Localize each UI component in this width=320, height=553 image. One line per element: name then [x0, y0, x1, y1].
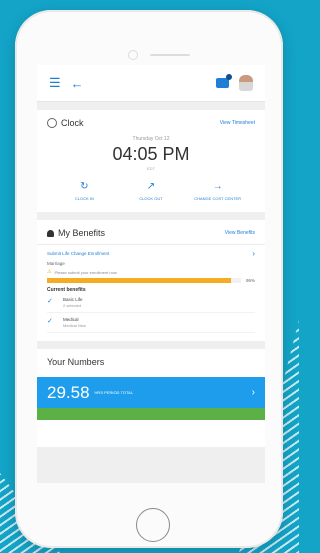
- clock-out-button[interactable]: ↗ CLOCK OUT: [127, 181, 175, 201]
- enrollment-row[interactable]: Submit Life Change Enrollment ›: [47, 249, 255, 258]
- clock-time: 04:05 PM: [112, 144, 190, 164]
- clock-timezone: EDT: [147, 166, 155, 171]
- life-change-enrollment-link[interactable]: Submit Life Change Enrollment: [47, 251, 109, 256]
- benefit-name: Medical: [63, 317, 79, 322]
- speaker-grille: [150, 54, 190, 56]
- briefcase-icon[interactable]: [216, 74, 232, 88]
- hours-value: 29.58: [47, 382, 90, 402]
- clock-actions: ↻ CLOCK IN ↗ CLOCK OUT → CHANGE COST CEN…: [47, 181, 255, 204]
- view-benefits-link[interactable]: View Benefits: [225, 230, 255, 236]
- clock-in-button[interactable]: ↻ CLOCK IN: [60, 181, 108, 201]
- chevron-right-icon[interactable]: ›: [252, 249, 255, 258]
- change-cost-center-label: CHANGE COST CENTER: [194, 196, 242, 201]
- benefit-name: Basic Life: [63, 297, 83, 302]
- next-tile[interactable]: [37, 408, 265, 420]
- avatar[interactable]: [239, 75, 253, 91]
- clock-out-label: CLOCK OUT: [139, 196, 163, 201]
- numbers-card: Your Numbers 29.58 HRS PERIOD TOTAL ›: [37, 349, 265, 447]
- warning-icon: ⚠: [47, 269, 52, 275]
- clock-in-label: CLOCK IN: [74, 196, 94, 201]
- numbers-title: Your Numbers: [47, 357, 105, 367]
- clock-in-icon: ↻: [80, 181, 89, 192]
- progress-track: [47, 278, 241, 283]
- progress-percent: 95%: [245, 278, 255, 283]
- current-benefits-heading: Current benefits: [47, 287, 86, 293]
- benefit-detail: Medical New: [63, 323, 86, 328]
- top-bar: ☰ ←: [37, 65, 265, 102]
- clock-card: Clock View Timesheet Thursday Oct 12 04:…: [37, 110, 265, 212]
- person-icon: [47, 229, 54, 237]
- menu-icon[interactable]: ☰: [49, 75, 61, 91]
- warning-text: Please submit your enrollment now: [54, 269, 117, 275]
- benefit-item[interactable]: ✓ Medical Medical New: [47, 317, 255, 333]
- benefits-title: My Benefits: [58, 228, 106, 238]
- clock-title: Clock: [61, 118, 84, 128]
- benefit-detail: 2 selected: [63, 303, 82, 308]
- enrollment-warning: ⚠ Please submit your enrollment now: [47, 269, 255, 275]
- divider: [37, 244, 265, 245]
- front-camera: [128, 50, 138, 60]
- benefits-card: My Benefits View Benefits Submit Life Ch…: [37, 220, 265, 341]
- check-icon: ✓: [47, 318, 53, 325]
- change-cost-center-button[interactable]: → CHANGE COST CENTER: [194, 181, 242, 201]
- progress-fill: [47, 278, 232, 283]
- arrow-right-icon: →: [212, 181, 223, 192]
- home-button[interactable]: [136, 508, 170, 542]
- view-timesheet-link[interactable]: View Timesheet: [220, 120, 255, 126]
- hours-unit: HRS PERIOD TOTAL: [94, 390, 133, 395]
- clock-icon: [47, 118, 57, 128]
- clock-date: Thursday Oct 12: [132, 136, 170, 142]
- life-event-label: Marriage: [47, 261, 65, 266]
- back-arrow-icon[interactable]: ←: [71, 76, 84, 91]
- clock-out-icon: ↗: [146, 181, 156, 192]
- chevron-right-icon[interactable]: ›: [252, 387, 255, 398]
- benefit-item[interactable]: ✓ Basic Life 2 selected: [47, 297, 255, 313]
- enrollment-progress: 95%: [47, 278, 255, 283]
- app-screen: ☰ ← Clock View Timesheet Thursday Oct 12…: [37, 65, 265, 483]
- hours-tile[interactable]: 29.58 HRS PERIOD TOTAL ›: [37, 377, 265, 408]
- check-icon: ✓: [47, 298, 53, 305]
